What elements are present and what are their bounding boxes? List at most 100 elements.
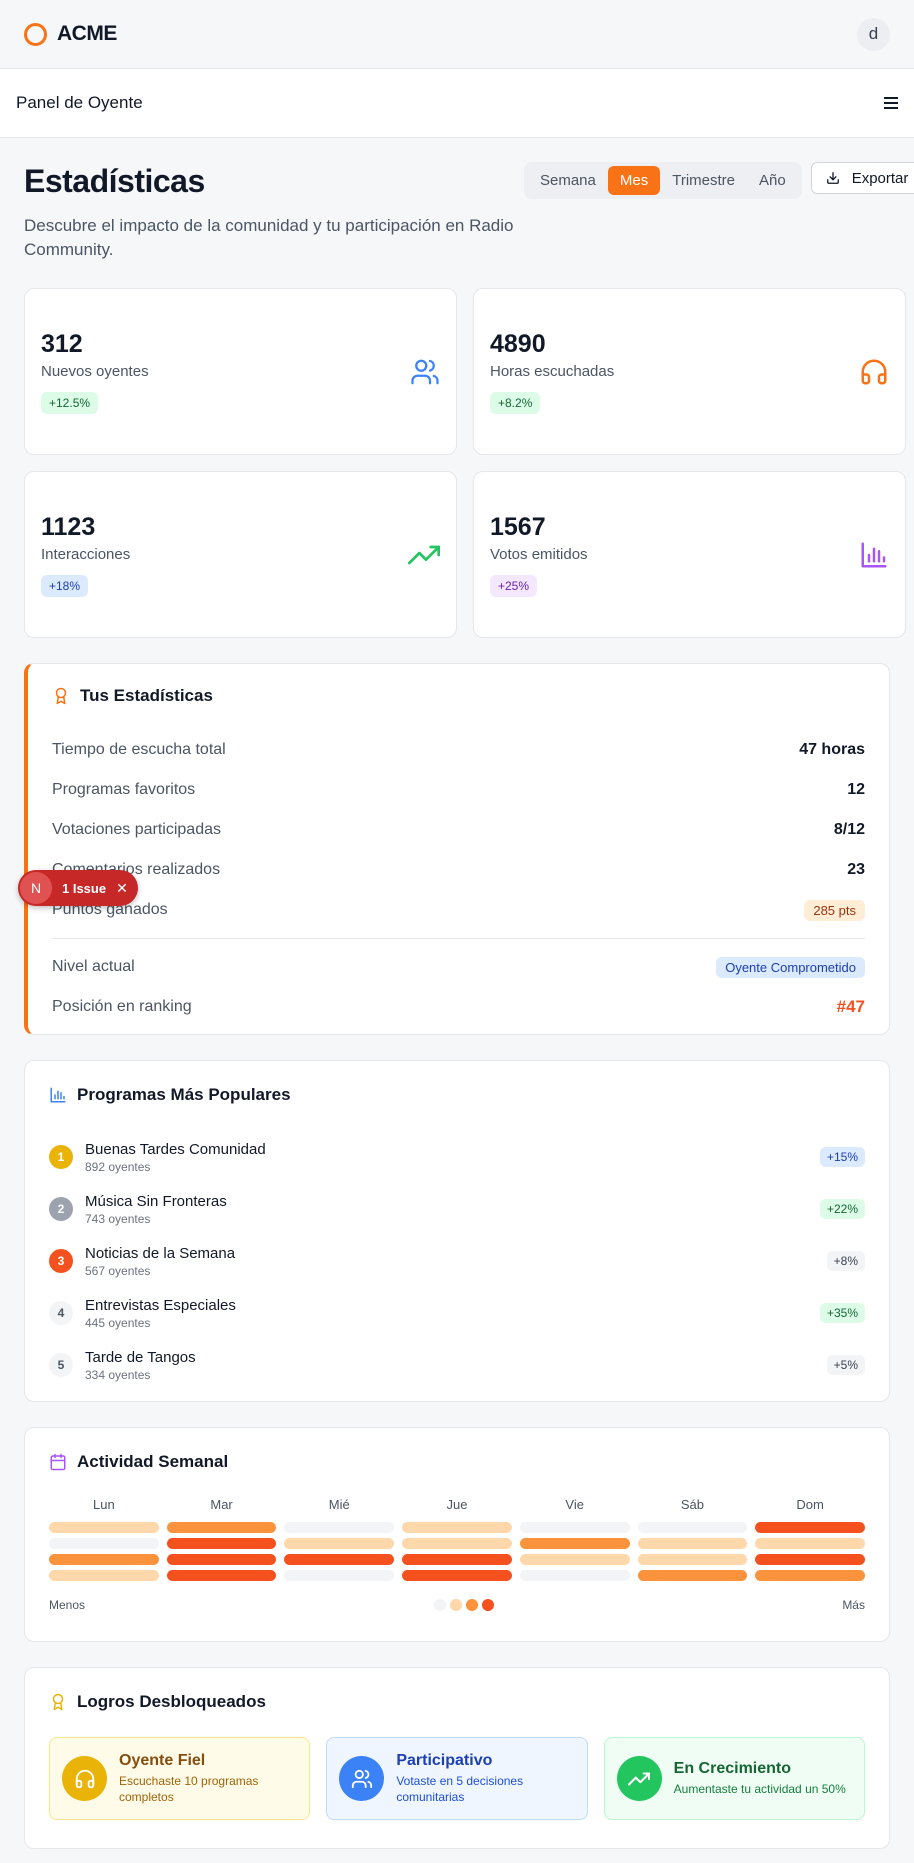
achievement-desc: Escuchaste 10 programas completos [119,1774,259,1804]
program-row[interactable]: 2 Música Sin Fronteras 743 oyentes +22% [49,1183,865,1235]
heat-cell [284,1538,395,1549]
achievement-title: Oyente Fiel [119,1752,206,1769]
program-name: Buenas Tardes Comunidad [85,1140,266,1158]
legend-scale [433,1599,494,1611]
page-subtitle: Descubre el impacto de la comunidad y tu… [24,216,514,259]
period-selector: Semana Mes Trimestre Año [524,162,802,199]
row-label: Nivel actual [52,958,135,975]
logo[interactable]: ACME [24,22,117,46]
heat-cell [519,1538,630,1549]
hamburger-menu-icon[interactable] [884,92,898,115]
legend-dot [449,1599,462,1611]
program-row[interactable]: 3 Noticias de la Semana 567 oyentes +8% [49,1235,865,1287]
stat-badge: +12.5% [41,391,99,414]
stat-card-votes: 1567 Votos emitidos +25% [473,471,906,638]
trending-up-icon [616,1756,662,1801]
achievement-loyal-listener[interactable]: Oyente Fiel Escuchaste 10 programas comp… [49,1737,311,1820]
rank-badge: 4 [49,1301,73,1325]
headphones-icon [62,1756,107,1801]
program-name: Tarde de Tangos [85,1348,196,1366]
stat-card-interactions: 1123 Interacciones +18% [24,471,457,638]
achievement-title: En Crecimiento [673,1760,792,1777]
stat-badge: +25% [490,574,538,597]
rank-badge: 5 [49,1353,73,1377]
legend-less-label: Menos [49,1598,86,1612]
achievement-participative[interactable]: Participativo Votaste en 5 decisiones co… [326,1737,588,1820]
period-month-button[interactable]: Mes [607,166,661,195]
achievement-title: Participativo [396,1752,493,1769]
avatar[interactable]: d [857,17,890,51]
level-badge: Oyente Comprometido [716,956,865,978]
heat-cell [402,1522,512,1533]
row-label: Votaciones participadas [52,821,221,838]
program-listeners: 892 oyentes [85,1159,151,1174]
top-bar: ACME d [0,0,914,69]
stat-card-new-listeners: 312 Nuevos oyentes +12.5% [24,288,457,455]
heat-cell [49,1554,159,1565]
heat-cell [402,1570,512,1581]
my-stats-title: Tus Estadísticas [80,686,213,705]
weekly-title: Actividad Semanal [77,1452,229,1471]
program-row[interactable]: 5 Tarde de Tangos 334 oyentes +5% [49,1339,865,1391]
day-label: Dom [796,1497,824,1512]
stat-row-ranking: Posición en ranking #47 [52,987,865,1027]
row-label: Tiempo de escucha total [52,741,226,758]
close-icon[interactable]: ✕ [116,880,128,897]
activity-heatmap: Lun Mar Mié Jue Vie Sáb Dom [49,1497,865,1586]
achievements-panel: Logros Desbloqueados Oyente Fiel Escucha… [24,1667,890,1849]
heat-column: Jue [402,1497,512,1586]
program-listeners: 445 oyentes [85,1315,151,1330]
rank-badge: 1 [49,1145,73,1169]
legend-dot [465,1599,478,1611]
divider [52,938,865,939]
heat-cell [755,1538,865,1549]
bar-chart-icon [50,1087,66,1103]
trend-badge: +8% [826,1251,865,1271]
period-year-button[interactable]: Año [747,166,798,195]
stat-row-favorites: Programas favoritos 12 [52,770,865,810]
legend-dot [481,1599,494,1611]
heat-column: Mar [166,1497,277,1586]
heat-cell [284,1570,395,1581]
heat-cell [49,1522,159,1533]
issues-overlay-button[interactable]: N 1 Issue ✕ [18,870,138,906]
stat-value: 4890 [490,329,546,358]
achievement-growing[interactable]: En Crecimiento Aumentaste tu actividad u… [603,1737,865,1820]
program-row[interactable]: 1 Buenas Tardes Comunidad 892 oyentes +15… [49,1131,865,1183]
program-row[interactable]: 4 Entrevistas Especiales 445 oyentes +35% [49,1287,865,1339]
stat-row-comments: Comentarios realizados 23 [52,850,865,890]
weekly-activity-panel: Actividad Semanal Lun Mar Mié Jue Vie Sá… [24,1427,890,1642]
stat-row-listening-time: Tiempo de escucha total 47 horas [52,730,865,770]
day-label: Vie [565,1497,584,1512]
logo-circle-icon [24,22,47,46]
day-label: Lun [93,1497,115,1512]
stat-value: 312 [41,329,83,358]
trend-badge: +35% [819,1303,865,1323]
day-label: Sáb [680,1497,704,1512]
program-listeners: 567 oyentes [85,1263,151,1278]
heat-cell [166,1522,277,1533]
export-label: Exportar [851,169,909,187]
stat-row-votes: Votaciones participadas 8/12 [52,810,865,850]
row-value: 8/12 [833,821,865,838]
heat-cell [49,1538,159,1549]
achievement-desc: Votaste en 5 decisiones comunitarias [396,1774,524,1804]
heat-cell [284,1522,395,1533]
export-button[interactable]: Exportar [810,162,914,194]
period-week-button[interactable]: Semana [528,166,608,195]
row-value: 23 [847,861,865,878]
users-icon [410,357,440,387]
download-icon [826,172,839,184]
stat-badge: +18% [41,574,89,597]
section-bar: Panel de Oyente [0,69,914,138]
brand-name: ACME [57,22,117,45]
heat-column: Sáb [637,1497,748,1586]
period-quarter-button[interactable]: Trimestre [660,166,747,195]
rank-badge: 2 [49,1197,73,1221]
heat-cell [49,1570,159,1581]
row-value: 47 horas [799,741,865,758]
row-label: Programas favoritos [52,781,196,798]
heat-column: Mié [284,1497,395,1586]
day-label: Mié [328,1497,350,1512]
stat-row-points: Puntos ganados 285 pts [52,890,865,930]
